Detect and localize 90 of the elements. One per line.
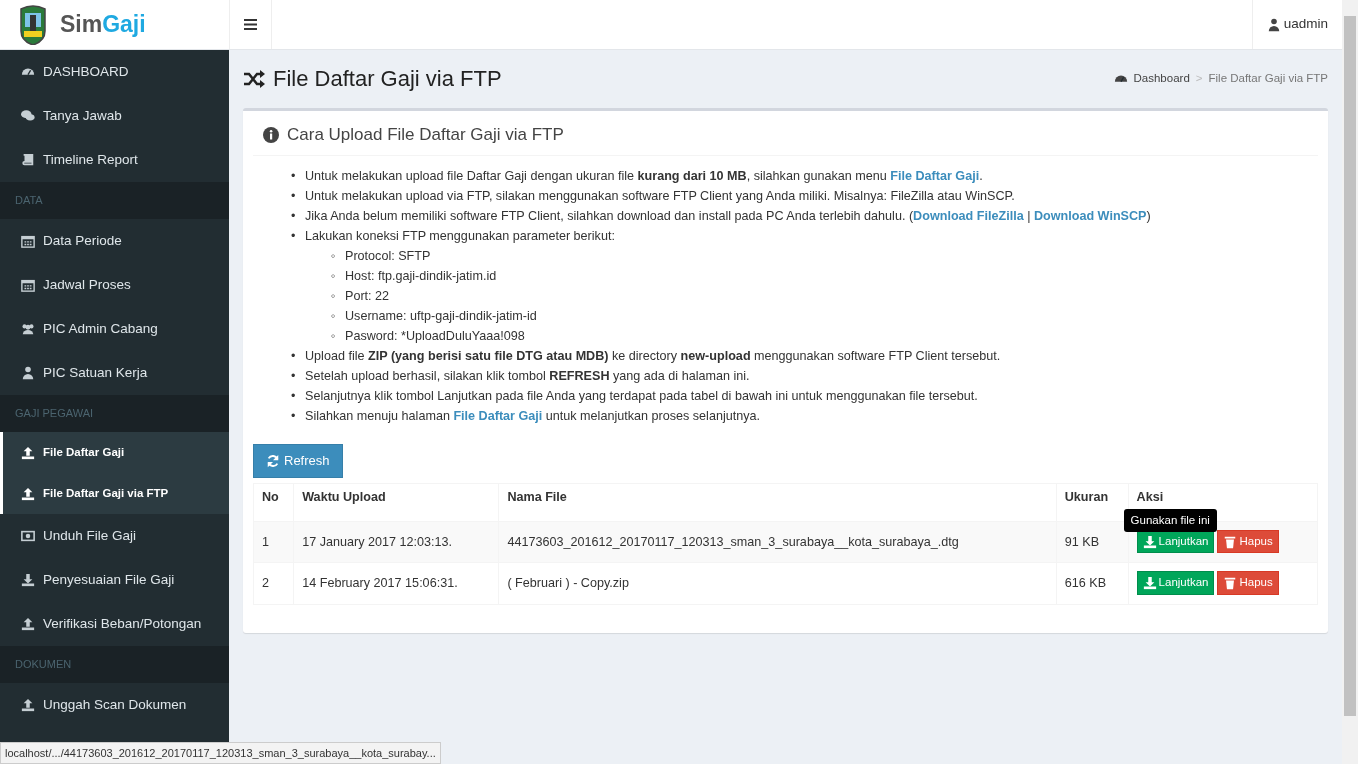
text-link[interactable]: Download WinSCP xyxy=(1033,209,1147,224)
chat-icon xyxy=(21,109,35,123)
brand-name: SimGaji xyxy=(60,10,146,40)
user-icon xyxy=(1266,17,1281,32)
calendar-icon xyxy=(21,234,35,248)
trash-icon xyxy=(1223,534,1238,549)
table-cell: 2 xyxy=(253,562,294,605)
bullet: • xyxy=(291,208,297,226)
column-header: Waktu Upload xyxy=(293,483,499,522)
bullet: ◦ xyxy=(331,248,337,266)
sidebar-item[interactable]: Penyesuaian File Gaji xyxy=(0,558,229,602)
delete-button[interactable]: Hapus xyxy=(1217,529,1279,554)
instruction-text: Untuk melakukan upload file Daftar Gaji dengan ukuran file kurang dari 10 MB, silahkan gunakan menu File Daftar Gaji. xyxy=(305,168,983,186)
section-header: GAJI PEGAWAI xyxy=(0,395,229,432)
instruction-text: Host: ftp.gaji-dindik-jatim.id xyxy=(345,268,497,286)
download-icon xyxy=(1142,534,1157,549)
instruction-text: Lakukan koneksi FTP menggunakan parameter berikut: xyxy=(305,228,615,246)
column-header: No xyxy=(253,483,294,522)
sidebar-item[interactable]: DASHBOARD xyxy=(0,50,229,94)
section-header: DOKUMEN xyxy=(0,646,229,683)
bullet: ◦ xyxy=(331,328,337,346)
sidebar-item[interactable]: File Daftar Gaji xyxy=(0,432,229,473)
upload-icon xyxy=(21,698,35,712)
users-icon xyxy=(21,322,35,336)
download-icon xyxy=(21,573,35,587)
info-icon xyxy=(263,127,279,144)
bullet: ◦ xyxy=(331,268,337,286)
sidebar-item[interactable]: Unduh File Gaji xyxy=(0,514,229,558)
table-cell: ( Februari ) - Copy.zip xyxy=(498,562,1057,605)
card-title: Cara Upload File Daftar Gaji via FTP xyxy=(287,125,564,146)
shuffle-icon xyxy=(243,70,265,88)
column-header: Nama File xyxy=(498,483,1057,522)
bullet: ◦ xyxy=(331,288,337,306)
bullet: • xyxy=(291,388,297,406)
book-icon xyxy=(21,153,35,167)
trash-icon xyxy=(1223,576,1238,591)
menu-toggle-button[interactable] xyxy=(229,0,272,49)
instruction-text: Untuk melakukan upload via FTP, silakan menggunakan software FTP Client yang Anda miliki. Misalnya: FileZilla atau WinSCP. xyxy=(305,188,1015,206)
breadcrumb-separator: > xyxy=(1195,71,1203,87)
breadcrumb-current: File Daftar Gaji via FTP xyxy=(1208,71,1328,87)
money-icon xyxy=(21,529,35,543)
calendar-icon xyxy=(21,278,35,292)
upload-icon xyxy=(21,486,35,501)
tooltip: Gunakan file ini xyxy=(1123,508,1217,533)
menu-icon xyxy=(244,19,257,30)
instruction-text: Selanjutnya klik tombol Lanjutkan pada file Anda yang terdapat pada tabel di bawah ini untuk menggunakan file tersebut. xyxy=(305,388,978,406)
table-cell: 14 February 2017 15:06:31. xyxy=(293,562,499,605)
download-icon xyxy=(1142,576,1157,591)
bullet: ◦ xyxy=(331,308,337,326)
breadcrumb-link[interactable]: Dashboard xyxy=(1133,70,1190,88)
instruction-text: Port: 22 xyxy=(345,288,390,306)
table-cell: 616 KB xyxy=(1056,562,1129,605)
upload-icon xyxy=(21,617,35,631)
bullet: • xyxy=(291,168,297,186)
text-link[interactable]: File Daftar Gaji xyxy=(453,409,543,424)
sidebar-item[interactable]: Verifikasi Beban/Potongan xyxy=(0,602,229,646)
sidebar-item[interactable]: PIC Satuan Kerja xyxy=(0,351,229,395)
upload-icon xyxy=(21,445,35,460)
table-cell: 1 xyxy=(253,521,294,563)
bullet: • xyxy=(291,188,297,206)
sidebar-item[interactable]: PIC Admin Cabang xyxy=(0,307,229,351)
instruction-text: Pasword: *UploadDuluYaaa!098 xyxy=(345,328,525,346)
instruction-text: Upload file ZIP (yang berisi satu file DTG atau MDB) ke directory new-upload menggunakan software FTP Client tersebut. xyxy=(305,348,1001,366)
table-cell: 44173603_201612_20170117_120313_sman_3_surabaya__kota_surabaya_.dtg xyxy=(498,521,1057,563)
refresh-icon xyxy=(266,454,280,469)
sidebar-item[interactable]: File Daftar Gaji via FTP xyxy=(0,473,229,514)
bullet: • xyxy=(291,348,297,366)
sidebar-item[interactable]: Tanya Jawab xyxy=(0,94,229,138)
scrollbar[interactable] xyxy=(1342,0,1358,764)
bullet: • xyxy=(291,228,297,246)
refresh-button[interactable]: Refresh xyxy=(253,444,343,478)
table-cell: 17 January 2017 12:03:13. xyxy=(293,521,499,563)
instruction-text: Silahkan menuju halaman File Daftar Gaji untuk melanjutkan proses selanjutnya. xyxy=(305,408,761,426)
text-link[interactable]: Download FileZilla xyxy=(913,209,1024,224)
bullet: • xyxy=(291,408,297,426)
user-icon xyxy=(21,366,35,380)
instruction-text: Setelah upload berhasil, silakan klik tombol REFRESH yang ada di halaman ini. xyxy=(305,368,750,386)
page-title: File Daftar Gaji via FTP xyxy=(273,65,502,93)
bullet: • xyxy=(291,368,297,386)
sidebar-item[interactable]: Data Periode xyxy=(0,219,229,263)
emblem-logo xyxy=(18,4,48,45)
section-header: DATA xyxy=(0,182,229,219)
instruction-text: Jika Anda belum memiliki software FTP Client, silahkan download dan install pada PC Anda terlebih dahulu. (Download FileZilla | Download WinSCP) xyxy=(305,208,1151,226)
status-bar: localhost/.../44173603_201612_20170117_120313_sman_3_surabaya__kota_surabay... xyxy=(0,741,441,764)
sidebar-item[interactable]: Timeline Report xyxy=(0,138,229,182)
instruction-text: Username: uftp-gaji-dindik-jatim-id xyxy=(345,308,537,326)
sidebar-item[interactable]: Unggah Scan Dokumen xyxy=(0,683,229,727)
delete-button[interactable]: Hapus xyxy=(1217,571,1279,595)
instruction-text: Protocol: SFTP xyxy=(345,248,431,266)
sidebar-item[interactable]: Jadwal Proses xyxy=(0,263,229,307)
